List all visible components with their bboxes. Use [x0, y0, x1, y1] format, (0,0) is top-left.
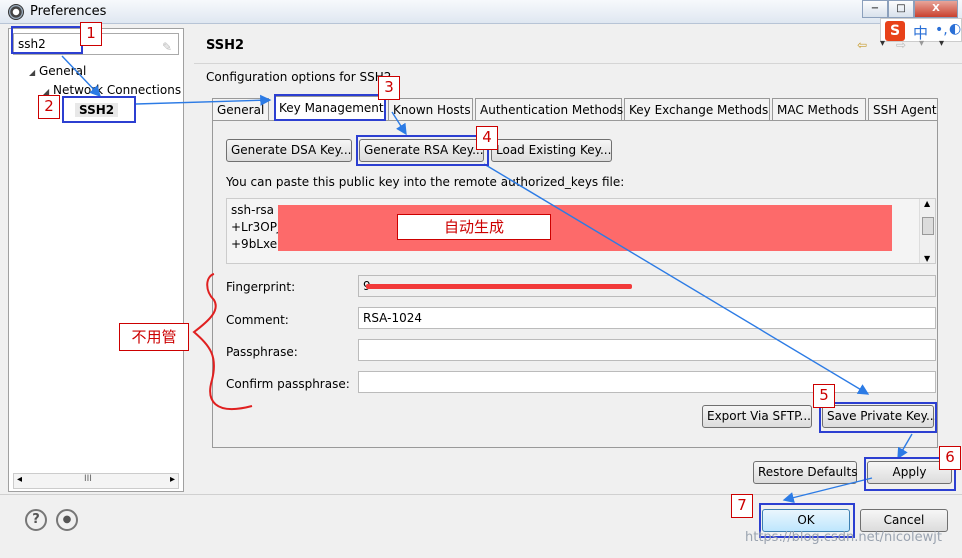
forward-arrow-icon[interactable]: ⇨	[896, 38, 906, 52]
scroll-thumb[interactable]	[922, 217, 934, 235]
tree-item-label: General	[39, 64, 87, 78]
window-title: Preferences	[30, 4, 107, 19]
step-number-4: 4	[476, 126, 498, 150]
tab-key-exchange-methods[interactable]: Key Exchange Methods	[624, 98, 770, 121]
page-description: Configuration options for SSH2	[206, 70, 392, 84]
annotation-box-4	[356, 135, 489, 166]
public-key-scrollbar[interactable]: ▲ ▼	[919, 199, 935, 263]
scroll-left-icon[interactable]: ◂	[17, 474, 22, 485]
confirm-passphrase-field[interactable]	[358, 371, 936, 393]
tab-known-hosts[interactable]: Known Hosts	[388, 98, 473, 121]
back-menu-icon[interactable]: ▾	[880, 38, 885, 49]
help-icon[interactable]: ?	[25, 509, 47, 531]
redaction-overlay	[278, 205, 892, 251]
passphrase-field[interactable]	[358, 339, 936, 361]
comment-field[interactable]: RSA-1024	[358, 307, 936, 329]
annotation-box-5	[819, 402, 937, 433]
view-menu-icon[interactable]: ▾	[939, 38, 944, 49]
auto-generate-callout: 自动生成	[397, 214, 551, 240]
public-key-line: +9bLxeE	[231, 237, 285, 251]
fingerprint-redaction	[366, 284, 632, 289]
export-via-sftp-button[interactable]: Export Via SFTP...	[702, 405, 812, 428]
generate-dsa-key-button[interactable]: Generate DSA Key...	[226, 139, 352, 162]
ignore-callout: 不用管	[119, 323, 189, 351]
step-number-7: 7	[731, 494, 753, 518]
annotation-box-1	[11, 26, 83, 54]
eclipse-app-icon	[8, 4, 24, 20]
cancel-button[interactable]: Cancel	[860, 509, 948, 532]
footer-separator	[0, 494, 962, 495]
tree-item-label: Network Connections	[53, 83, 182, 97]
fingerprint-label: Fingerprint:	[226, 280, 296, 294]
maximize-button[interactable]: □	[888, 0, 914, 18]
scroll-up-icon[interactable]: ▲	[924, 199, 930, 208]
confirm-passphrase-label: Confirm passphrase:	[226, 377, 350, 391]
comment-label: Comment:	[226, 313, 289, 327]
passphrase-label: Passphrase:	[226, 345, 298, 359]
tab-authentication-methods[interactable]: Authentication Methods	[475, 98, 623, 121]
clear-filter-icon[interactable]: ✎	[162, 37, 174, 54]
minimize-button[interactable]: −	[862, 0, 888, 18]
tree-item-general[interactable]: ◢ General	[29, 64, 86, 78]
tree-item-network-connections[interactable]: ◢ Network Connections	[43, 83, 181, 97]
forward-menu-icon[interactable]: ▾	[919, 38, 924, 49]
tab-mac-methods[interactable]: MAC Methods	[772, 98, 866, 121]
load-existing-key-button[interactable]: Load Existing Key...	[491, 139, 612, 162]
paste-instruction-label: You can paste this public key into the r…	[226, 175, 625, 189]
import-export-icon[interactable]: ●	[56, 509, 78, 531]
header-separator	[194, 63, 962, 64]
tab-general[interactable]: General	[212, 98, 269, 121]
public-key-line: ssh-rsa	[231, 203, 274, 217]
restore-defaults-button[interactable]: Restore Defaults	[753, 461, 857, 484]
tab-ssh-agent[interactable]: SSH Agent	[868, 98, 938, 121]
annotation-box-3	[274, 94, 386, 121]
ime-width-toggle[interactable]: ◐	[949, 21, 961, 37]
page-title: SSH2	[206, 38, 245, 53]
step-number-2: 2	[38, 95, 60, 119]
close-window-button[interactable]: X	[914, 0, 958, 18]
expand-triangle-icon[interactable]: ◢	[29, 68, 39, 77]
scroll-down-icon[interactable]: ▼	[924, 254, 930, 263]
ime-punctuation-toggle[interactable]: •,	[935, 22, 948, 38]
tree-horizontal-scrollbar[interactable]: ◂ III ▸	[13, 473, 179, 489]
back-arrow-icon[interactable]: ⇦	[857, 38, 867, 52]
scroll-right-icon[interactable]: ▸	[170, 474, 175, 485]
step-number-3: 3	[378, 76, 400, 100]
step-number-5: 5	[813, 384, 835, 408]
step-number-1: 1	[80, 22, 102, 46]
public-key-line: +Lr3OPJ	[231, 220, 281, 234]
title-bar: Preferences − □ X	[0, 0, 962, 24]
scroll-thumb[interactable]: III	[84, 474, 92, 484]
step-number-6: 6	[939, 446, 961, 470]
watermark: https://blog.csdn.net/nicolewjt	[745, 530, 942, 545]
annotation-box-2	[62, 96, 136, 123]
